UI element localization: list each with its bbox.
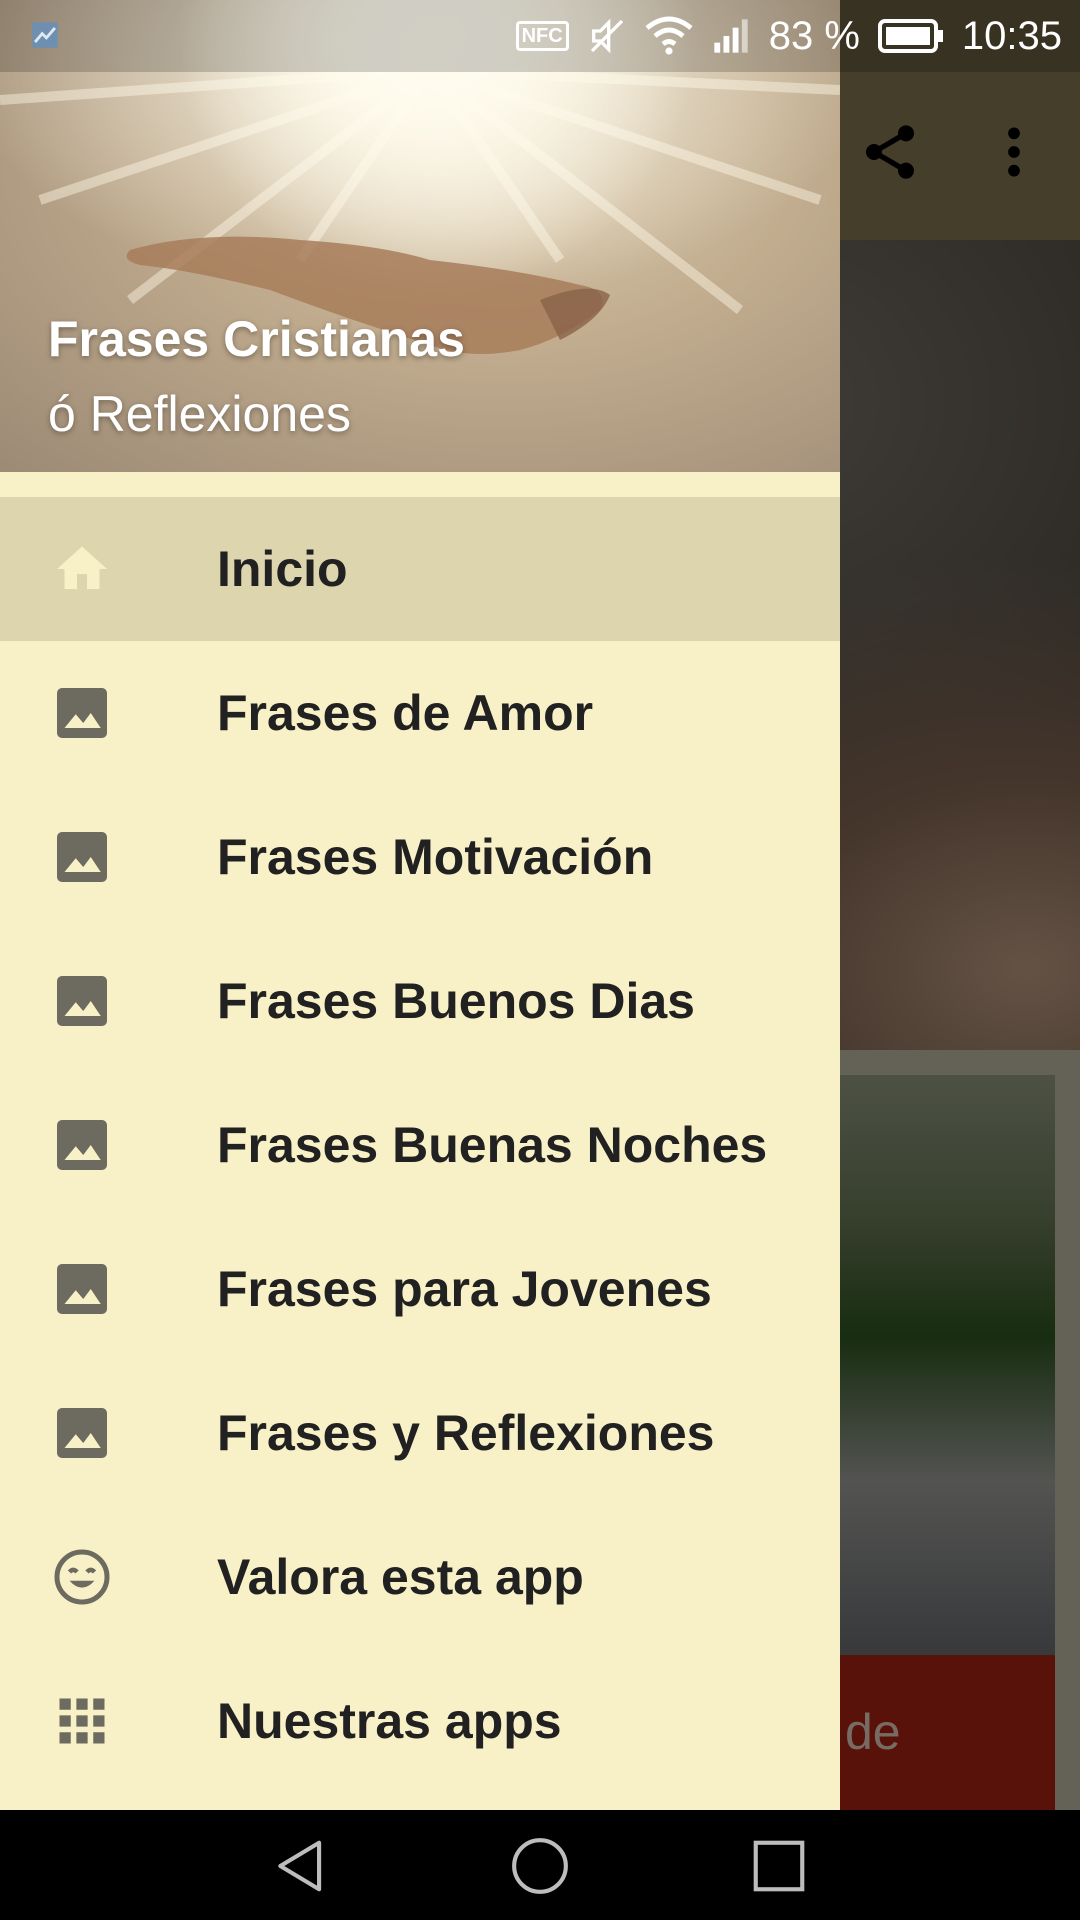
wifi-icon (645, 16, 693, 55)
menu-item-frases-para-jovenes[interactable]: Frases para Jovenes (0, 1217, 840, 1361)
image-icon (57, 976, 107, 1026)
menu-item-label: Nuestras apps (217, 1693, 562, 1749)
signal-icon (714, 19, 748, 53)
recents-icon[interactable] (748, 1835, 810, 1897)
battery-icon (877, 19, 943, 53)
navigation-drawer: Frases Cristianas ó Reflexiones Inicio F… (0, 0, 840, 1810)
image-icon (57, 832, 107, 882)
menu-item-label: Frases y Reflexiones (217, 1405, 715, 1461)
image-icon (57, 1408, 107, 1458)
home-nav-icon[interactable] (509, 1835, 571, 1897)
menu-item-nuestras-apps[interactable]: Nuestras apps (0, 1649, 840, 1793)
menu-item-frases-buenas-noches[interactable]: Frases Buenas Noches (0, 1073, 840, 1217)
menu-item-label: Frases Motivación (217, 829, 654, 885)
menu-item-label: Frases Buenos Dias (217, 973, 695, 1029)
battery-percent: 83 % (768, 13, 860, 58)
menu-item-label: Frases Buenas Noches (217, 1117, 768, 1173)
back-icon[interactable] (270, 1835, 332, 1897)
image-icon (57, 1264, 107, 1314)
system-navigation-bar (0, 1810, 1080, 1920)
image-icon (57, 688, 107, 738)
notification-app-icon (32, 22, 58, 48)
menu-item-label: Frases para Jovenes (217, 1261, 712, 1317)
menu-item-frases-motivacion[interactable]: Frases Motivación (0, 785, 840, 929)
status-bar: NFC 83 % 10:35 (0, 0, 1080, 72)
menu-item-inicio[interactable]: Inicio (0, 497, 840, 641)
menu-item-label: Frases de Amor (217, 685, 594, 741)
menu-item-frases-y-reflexiones[interactable]: Frases y Reflexiones (0, 1361, 840, 1505)
drawer-header-title: Frases Cristianas (48, 311, 465, 367)
menu-item-frases-buenos-dias[interactable]: Frases Buenos Dias (0, 929, 840, 1073)
drawer-menu: Inicio Frases de Amor Frases Motivación … (0, 497, 840, 1793)
drawer-header-subtitle: ó Reflexiones (48, 386, 351, 442)
nfc-icon: NFC (515, 21, 569, 51)
image-icon (57, 1120, 107, 1170)
menu-item-label: Inicio (217, 541, 348, 597)
menu-item-valora-esta-app[interactable]: Valora esta app (0, 1505, 840, 1649)
clock: 10:35 (961, 13, 1062, 58)
smiley-icon (54, 1549, 110, 1605)
apps-grid-icon (59, 1698, 105, 1744)
menu-item-label: Valora esta app (217, 1549, 584, 1605)
menu-item-frases-de-amor[interactable]: Frases de Amor (0, 641, 840, 785)
home-icon (57, 546, 107, 589)
mute-icon (590, 18, 623, 54)
